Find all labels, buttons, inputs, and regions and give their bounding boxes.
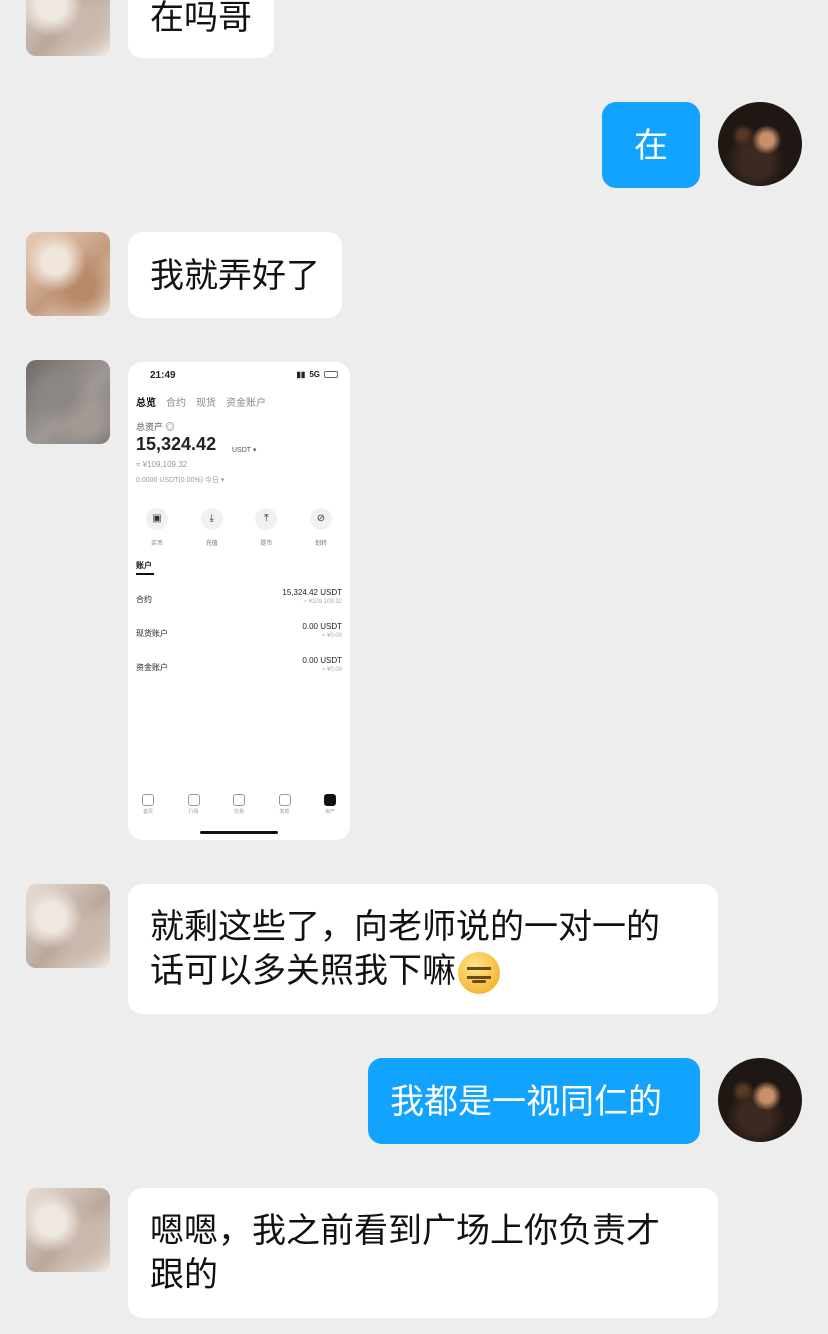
- nav-label: 首页: [142, 809, 153, 815]
- signal-icon: ▮▮: [296, 370, 306, 379]
- action-label: 买币: [150, 541, 163, 547]
- asset-tabs: 总览 合约 现货 资金账户: [136, 394, 266, 409]
- action-buy: ▣ 买币: [144, 508, 170, 547]
- status-time: 21:49: [150, 370, 176, 381]
- withdraw-icon: ⤒: [255, 508, 278, 530]
- account-row: 资金账户 0.00 USDT ≈ ¥0.00: [136, 656, 342, 680]
- account-sub: ≈ ¥0.00: [322, 667, 342, 673]
- wallet-icon: ▣: [146, 508, 168, 530]
- account-row: 合约 15,324.42 USDT ≈ ¥109,109.32: [136, 588, 342, 612]
- nav-discover: 发现: [278, 794, 291, 815]
- deposit-icon: ⤓: [200, 508, 223, 530]
- message-bubble-sent: 在: [602, 102, 700, 188]
- contact-avatar[interactable]: [26, 232, 110, 316]
- nav-label: 发现: [279, 809, 290, 815]
- my-avatar[interactable]: [718, 1058, 802, 1142]
- battery-icon: [324, 371, 338, 378]
- action-label: 划转: [314, 541, 327, 547]
- nav-assets: 资产: [324, 794, 336, 815]
- action-deposit: ⤓ 充值: [199, 508, 225, 547]
- message-text: 就剩这些了，向老师说的一对一的 话可以多关照我下嘛: [150, 907, 660, 991]
- network-label: 5G: [309, 370, 320, 379]
- contact-avatar[interactable]: [26, 0, 110, 56]
- total-assets-unit: USDT ▾: [232, 447, 257, 454]
- pnl-today: 0.0000 USDT(0.00%) 今日 ▾: [136, 477, 225, 484]
- nav-trade: 交易: [233, 794, 245, 815]
- message-text: 在吗哥: [150, 0, 252, 38]
- message-text: 在: [634, 126, 668, 166]
- account-sub: ≈ ¥109,109.32: [303, 599, 342, 605]
- message-bubble-sent: 我都是一视同仁的: [368, 1058, 700, 1144]
- nav-label: 行情: [188, 809, 199, 815]
- account-row: 现货账户 0.00 USDT ≈ ¥0.00: [136, 622, 342, 646]
- wallet-icon: [324, 794, 336, 806]
- home-indicator: [200, 831, 278, 834]
- nav-home: 首页: [142, 794, 154, 815]
- account-name: 合约: [136, 595, 152, 604]
- tab-spot: 现货: [196, 398, 216, 409]
- message-bubble-received: 我就弄好了: [128, 232, 342, 318]
- cny-equivalent: ≈ ¥109,109.32: [136, 460, 188, 469]
- nav-label: 交易: [233, 809, 244, 815]
- trade-icon: [233, 794, 245, 806]
- smirk-face-emoji: [458, 951, 500, 994]
- discover-icon: [278, 794, 291, 806]
- message-bubble-received: 就剩这些了，向老师说的一对一的 话可以多关照我下嘛: [128, 884, 718, 1014]
- chart-icon: [187, 794, 200, 806]
- quick-actions: ▣ 买币 ⤓ 充值 ⤒ 提币 ⊘ 划转: [136, 508, 342, 547]
- action-transfer: ⊘ 划转: [308, 508, 334, 547]
- status-indicators: ▮▮ 5G: [297, 370, 338, 379]
- contact-avatar[interactable]: [26, 884, 110, 968]
- tab-overview: 总览: [136, 398, 156, 409]
- account-amount: 0.00 USDT: [302, 656, 342, 665]
- my-avatar[interactable]: [718, 102, 802, 186]
- account-sub: ≈ ¥0.00: [322, 633, 342, 639]
- bottom-nav: 首页 行情 交易 发现 资产: [136, 794, 342, 815]
- message-bubble-received: 在吗哥: [128, 0, 274, 58]
- account-amount: 0.00 USDT: [302, 622, 342, 631]
- action-label: 提币: [260, 541, 273, 547]
- transfer-icon: ⊘: [309, 508, 332, 530]
- accounts-underline: [136, 573, 154, 575]
- contact-avatar[interactable]: [26, 1188, 110, 1272]
- account-amount: 15,324.42 USDT: [282, 588, 342, 597]
- total-assets-value: 15,324.42: [136, 434, 217, 454]
- tab-funding: 资金账户: [226, 398, 266, 409]
- total-assets-label: 总资产 ◎: [136, 422, 175, 432]
- tab-futures: 合约: [166, 398, 186, 409]
- nav-label: 资产: [324, 809, 335, 815]
- image-message-screenshot[interactable]: 21:49 ▮▮ 5G 总览 合约 现货 资金账户 总资产 ◎ 15,324.4…: [128, 362, 350, 840]
- accounts-title: 账户: [136, 561, 152, 570]
- nav-market: 行情: [187, 794, 200, 815]
- contact-avatar[interactable]: [26, 360, 110, 444]
- message-text: 我都是一视同仁的: [390, 1082, 662, 1122]
- message-text: 我就弄好了: [150, 256, 320, 296]
- message-bubble-received: 嗯嗯，我之前看到广场上你负责才 跟的: [128, 1188, 718, 1318]
- account-name: 现货账户: [136, 629, 168, 638]
- action-withdraw: ⤒ 提币: [253, 508, 279, 547]
- account-name: 资金账户: [136, 663, 168, 672]
- message-text: 嗯嗯，我之前看到广场上你负责才 跟的: [150, 1211, 660, 1295]
- home-icon: [142, 794, 154, 806]
- action-label: 充值: [205, 541, 218, 547]
